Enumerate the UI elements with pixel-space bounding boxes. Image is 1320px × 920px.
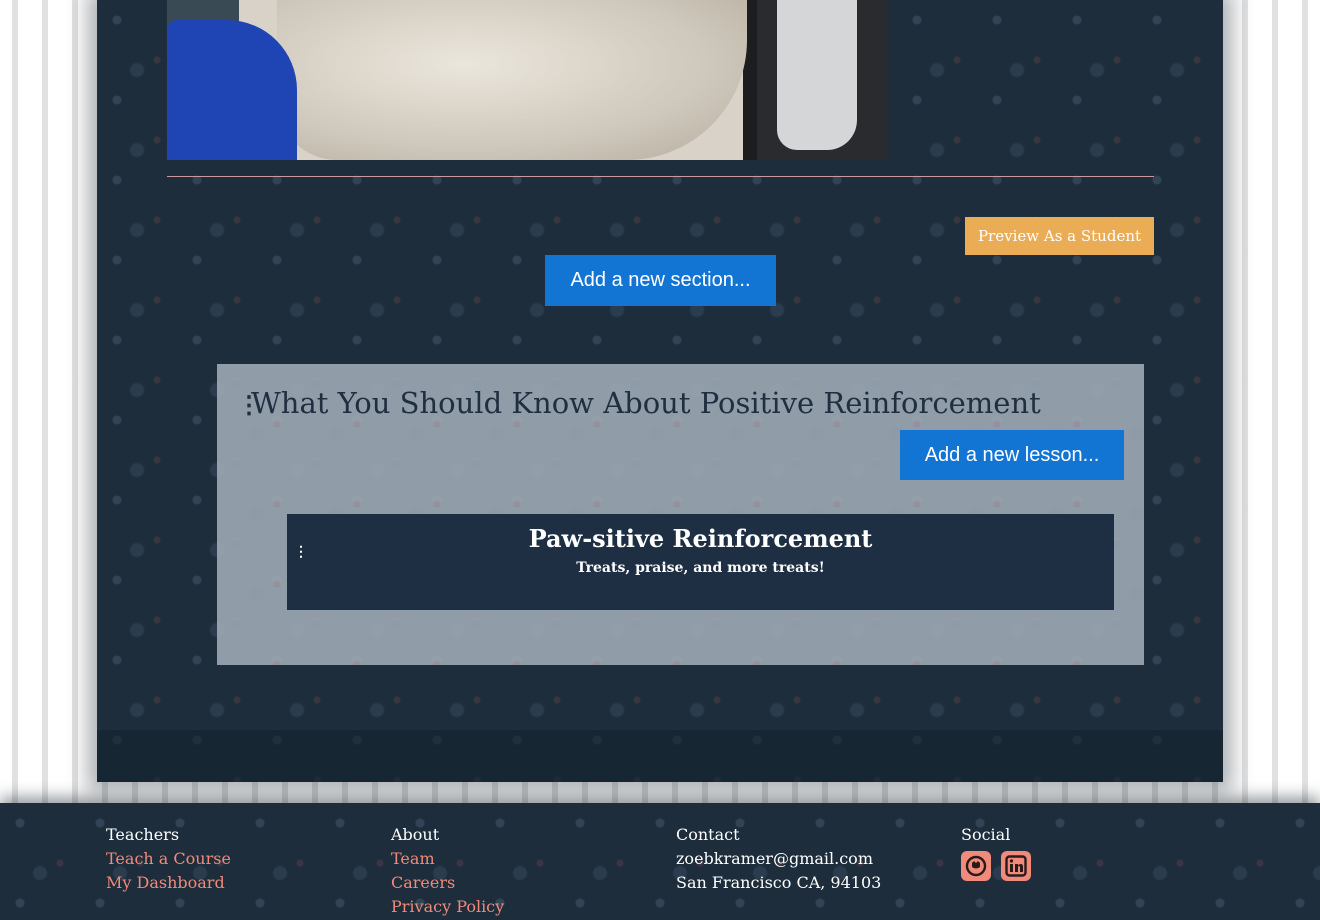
lesson-title: Paw-sitive Reinforcement <box>528 524 873 553</box>
lesson-card[interactable]: ⋮ Paw-sitive Reinforcement Treats, prais… <box>287 514 1114 610</box>
drag-handle-icon[interactable]: ⋮ <box>237 393 261 417</box>
social-icons <box>961 851 1031 881</box>
footer-heading-teachers: Teachers <box>106 825 180 844</box>
preview-as-student-button[interactable]: Preview As a Student <box>965 217 1154 255</box>
footer-col-about: About Team Careers Privacy Policy <box>391 823 504 919</box>
pillow-area <box>757 0 887 160</box>
footer-link-my-dashboard[interactable]: My Dashboard <box>106 871 231 895</box>
footer-link-privacy-policy[interactable]: Privacy Policy <box>391 895 504 919</box>
add-lesson-button[interactable]: Add a new lesson... <box>900 430 1124 480</box>
course-cover-image <box>167 0 887 160</box>
pillow-inner <box>777 0 857 150</box>
blue-blanket <box>167 20 297 160</box>
footer-link-team[interactable]: Team <box>391 847 504 871</box>
dog-fur-area <box>277 0 747 160</box>
footer-heading-contact: Contact <box>676 825 740 844</box>
section-divider <box>167 176 1154 177</box>
section-card: ⋮ What You Should Know About Positive Re… <box>217 364 1144 665</box>
footer-contact-address: San Francisco CA, 94103 <box>676 873 882 892</box>
course-editor-panel: Preview As a Student Add a new section..… <box>97 0 1223 782</box>
site-footer: Teachers Teach a Course My Dashboard Abo… <box>0 803 1320 920</box>
footer-link-teach-course[interactable]: Teach a Course <box>106 847 231 871</box>
add-section-button[interactable]: Add a new section... <box>545 255 776 306</box>
github-icon[interactable] <box>961 851 991 881</box>
linkedin-icon[interactable] <box>1001 851 1031 881</box>
footer-link-careers[interactable]: Careers <box>391 871 504 895</box>
footer-heading-about: About <box>391 825 440 844</box>
section-title: What You Should Know About Positive Rein… <box>251 386 1041 420</box>
footer-heading-social: Social <box>961 825 1011 844</box>
footer-col-social: Social <box>961 823 1031 881</box>
footer-contact-email: zoebkramer@gmail.com <box>676 849 873 868</box>
lesson-subtitle: Treats, praise, and more treats! <box>576 560 825 576</box>
panel-bottom-band <box>97 730 1223 782</box>
footer-col-teachers: Teachers Teach a Course My Dashboard <box>106 823 231 895</box>
footer-col-contact: Contact zoebkramer@gmail.com San Francis… <box>676 823 881 895</box>
